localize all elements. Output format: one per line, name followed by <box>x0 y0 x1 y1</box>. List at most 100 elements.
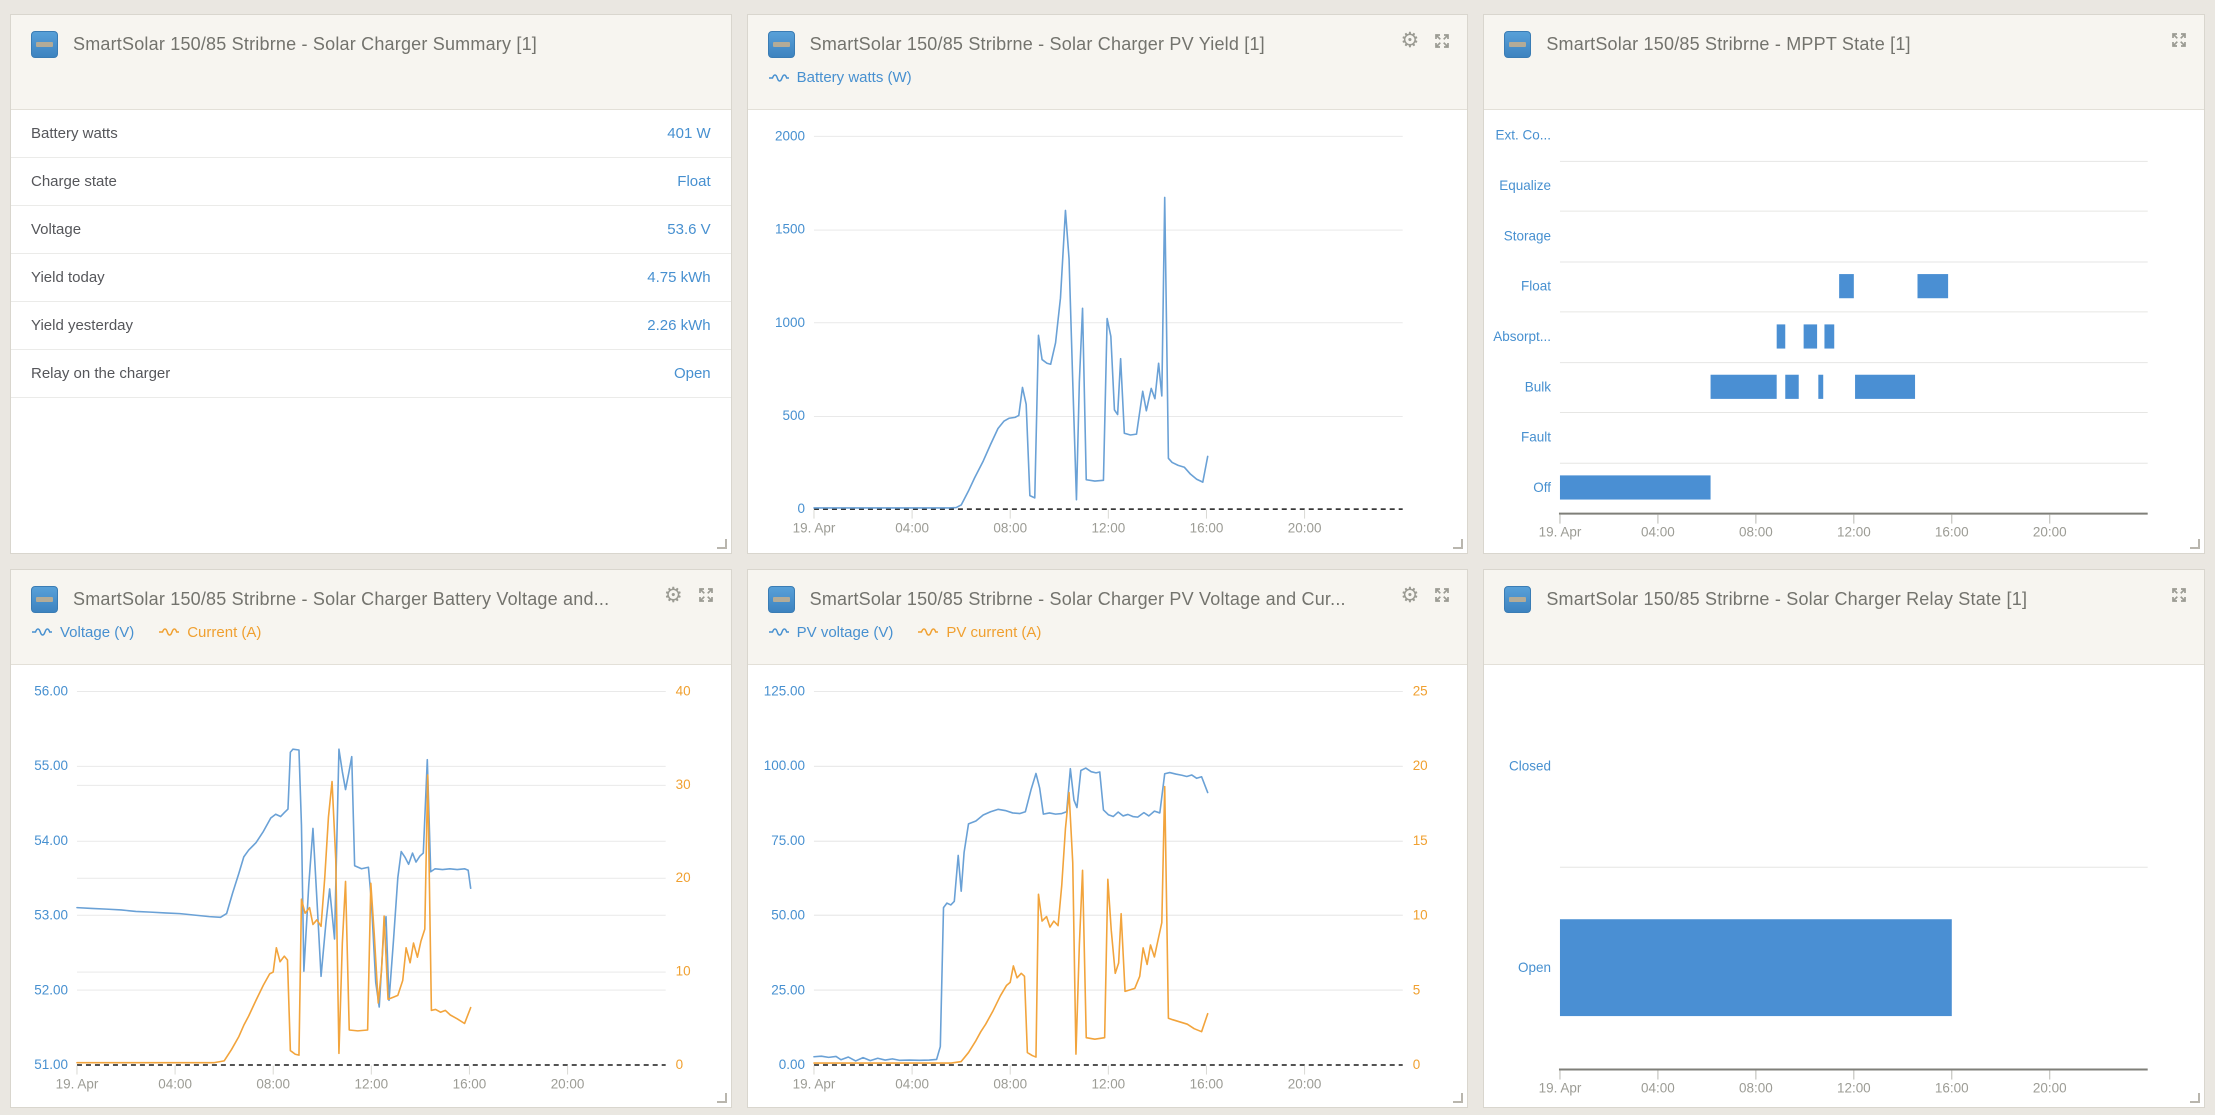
series-line-icon <box>768 628 789 636</box>
svg-text:10: 10 <box>676 963 691 978</box>
svg-text:Equalize: Equalize <box>1500 178 1552 193</box>
chart-area[interactable]: Closed Open 19. Apr 04:00 08:00 12:00 16:00 20:… <box>1484 665 2204 1108</box>
expand-icon[interactable] <box>1432 31 1452 51</box>
resize-handle[interactable] <box>1453 538 1464 549</box>
legend-item[interactable]: Battery watts (W) <box>768 69 912 86</box>
svg-text:20:00: 20:00 <box>551 1076 585 1091</box>
svg-text:08:00: 08:00 <box>1739 525 1773 540</box>
panel-title: SmartSolar 150/85 Stribrne - Solar Charg… <box>73 34 537 54</box>
solar-charger-device-icon <box>767 31 795 58</box>
svg-text:5: 5 <box>1412 982 1420 997</box>
resize-handle[interactable] <box>716 538 727 549</box>
svg-text:04:00: 04:00 <box>1641 525 1675 540</box>
legend-item[interactable]: PV voltage (V) <box>768 623 894 641</box>
svg-text:56.00: 56.00 <box>34 683 68 698</box>
panel-header: SmartSolar 150/85 Stribrne - Solar Charg… <box>11 15 731 110</box>
chart-area[interactable]: 19. Apr 04:00 08:00 12:00 16:00 20:00 51.00 52.… <box>11 665 731 1108</box>
svg-text:2000: 2000 <box>775 128 805 143</box>
expand-icon[interactable] <box>1432 585 1452 605</box>
svg-text:20: 20 <box>676 870 691 885</box>
expand-icon[interactable] <box>2169 585 2189 605</box>
svg-text:25: 25 <box>1412 683 1427 698</box>
legend-item[interactable]: Voltage (V) <box>31 624 134 641</box>
solar-charger-device-icon <box>767 585 795 613</box>
resize-handle[interactable] <box>2190 538 2200 549</box>
pv-yield-chart[interactable]: 19. Apr 04:00 08:00 12:00 16:00 20:00 0 500 1000… <box>748 110 1468 553</box>
resize-handle[interactable] <box>1453 1093 1464 1103</box>
legend-label: PV voltage (V) <box>796 623 894 641</box>
svg-text:08:00: 08:00 <box>993 1076 1027 1091</box>
panel-title: SmartSolar 150/85 Stribrne - Solar Charg… <box>809 588 1346 609</box>
svg-text:55.00: 55.00 <box>34 758 68 773</box>
svg-text:20:00: 20:00 <box>1287 521 1321 536</box>
svg-text:0.00: 0.00 <box>778 1057 804 1072</box>
table-row: Battery watts 401 W <box>11 110 731 158</box>
legend: Voltage (V) Current (A) <box>31 624 713 641</box>
svg-text:16:00: 16:00 <box>453 1076 487 1091</box>
chart-area[interactable]: 19. Apr 04:00 08:00 12:00 16:00 20:00 0 500 1000… <box>748 110 1468 553</box>
svg-text:20:00: 20:00 <box>2033 1080 2067 1095</box>
panel-mppt-state: SmartSolar 150/85 Stribrne - MPPT State … <box>1483 14 2205 554</box>
svg-text:16:00: 16:00 <box>1189 1076 1223 1091</box>
svg-text:12:00: 12:00 <box>1837 1080 1871 1095</box>
svg-text:16:00: 16:00 <box>1935 1080 1969 1095</box>
svg-text:15: 15 <box>1412 832 1427 847</box>
svg-text:16:00: 16:00 <box>1935 525 1969 540</box>
table-row: Voltage 53.6 V <box>11 206 731 254</box>
mppt-state-chart[interactable]: Ext. Co... Equalize Storage Float Absorpt...… <box>1484 110 2204 553</box>
svg-text:53.00: 53.00 <box>34 907 68 922</box>
resize-handle[interactable] <box>716 1093 727 1103</box>
svg-text:25.00: 25.00 <box>771 982 805 997</box>
svg-text:08:00: 08:00 <box>993 521 1027 536</box>
svg-text:Fault: Fault <box>1521 430 1551 445</box>
svg-text:12:00: 12:00 <box>354 1076 388 1091</box>
expand-icon[interactable] <box>2169 30 2189 50</box>
legend: PV voltage (V) PV current (A) <box>768 624 1450 641</box>
svg-text:12:00: 12:00 <box>1091 1076 1125 1091</box>
svg-text:19. Apr: 19. Apr <box>792 1076 835 1091</box>
panel-header: SmartSolar 150/85 Stribrne - Solar Charg… <box>747 15 1468 110</box>
svg-text:19. Apr: 19. Apr <box>56 1076 99 1091</box>
svg-text:04:00: 04:00 <box>158 1076 192 1091</box>
table-row: Yield today 4.75 kWh <box>11 254 731 302</box>
svg-text:50.00: 50.00 <box>771 907 805 922</box>
series-line-icon <box>918 628 939 636</box>
svg-text:19. Apr: 19. Apr <box>1539 1080 1582 1095</box>
panel-title: SmartSolar 150/85 Stribrne - MPPT State … <box>1546 34 1911 54</box>
legend: Battery watts (W) <box>768 69 1450 86</box>
svg-text:Off: Off <box>1534 480 1552 495</box>
legend-item[interactable]: PV current (A) <box>917 624 1041 641</box>
panel-relay-state: SmartSolar 150/85 Stribrne - Solar Charg… <box>1483 568 2205 1108</box>
dashboard-grid: SmartSolar 150/85 Stribrne - Solar Charg… <box>10 14 2205 1108</box>
chart-area[interactable]: 19. Apr 04:00 08:00 12:00 16:00 20:00 0.00 25.0… <box>748 665 1468 1108</box>
gear-icon[interactable]: ⚙ <box>1401 30 1420 51</box>
svg-text:10: 10 <box>1412 907 1427 922</box>
svg-text:0: 0 <box>676 1057 684 1072</box>
row-value: 2.26 kWh <box>647 317 711 334</box>
solar-charger-device-icon <box>1504 31 1532 58</box>
gear-icon[interactable]: ⚙ <box>664 584 683 606</box>
series-line-icon <box>32 628 52 636</box>
expand-icon[interactable] <box>696 585 716 605</box>
svg-text:08:00: 08:00 <box>256 1076 290 1091</box>
svg-text:52.00: 52.00 <box>34 982 68 997</box>
row-label: Yield today <box>31 269 105 286</box>
gear-icon[interactable]: ⚙ <box>1401 584 1420 606</box>
chart-area[interactable]: Ext. Co... Equalize Storage Float Absorpt...… <box>1484 110 2204 553</box>
svg-text:12:00: 12:00 <box>1837 525 1871 540</box>
solar-charger-device-icon <box>31 31 58 58</box>
resize-handle[interactable] <box>2190 1093 2200 1103</box>
pv-voltage-current-chart[interactable]: 19. Apr 04:00 08:00 12:00 16:00 20:00 0.00 25.0… <box>748 665 1468 1108</box>
svg-text:12:00: 12:00 <box>1091 521 1125 536</box>
svg-text:Absorpt...: Absorpt... <box>1494 329 1552 344</box>
legend-item[interactable]: Current (A) <box>158 624 261 641</box>
svg-text:40: 40 <box>676 683 691 698</box>
svg-text:19. Apr: 19. Apr <box>1539 525 1582 540</box>
svg-text:04:00: 04:00 <box>895 521 929 536</box>
svg-text:0: 0 <box>797 501 805 516</box>
relay-state-chart[interactable]: Closed Open 19. Apr 04:00 08:00 12:00 16:00 20:… <box>1484 665 2204 1108</box>
battery-voltage-current-chart[interactable]: 19. Apr 04:00 08:00 12:00 16:00 20:00 51.00 52.… <box>11 665 731 1108</box>
svg-text:04:00: 04:00 <box>1641 1080 1675 1095</box>
svg-text:20:00: 20:00 <box>1287 1076 1321 1091</box>
legend-label: Voltage (V) <box>60 623 135 641</box>
